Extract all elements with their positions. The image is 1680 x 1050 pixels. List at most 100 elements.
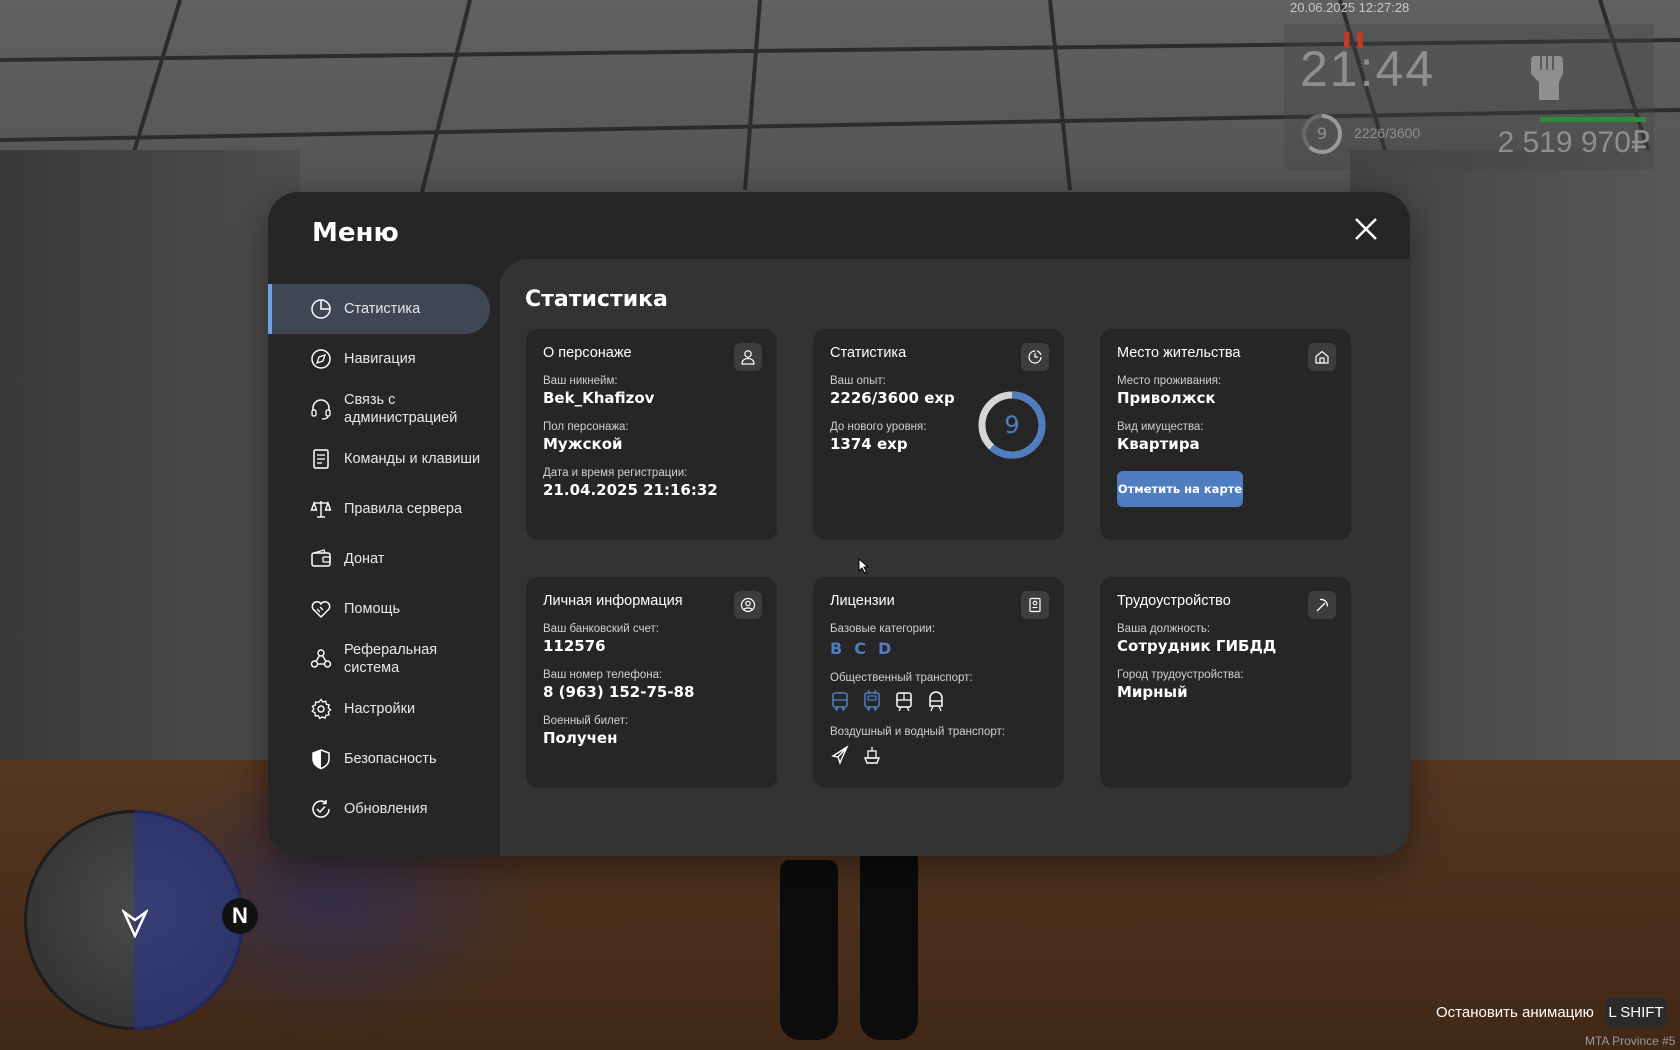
gear-icon xyxy=(311,698,332,720)
exp-label: Ваш опыт: xyxy=(830,375,886,387)
refresh-check-icon xyxy=(312,800,330,818)
card-title: Место жительства xyxy=(1117,345,1241,361)
nav-item-updates[interactable]: Обновления xyxy=(268,784,490,834)
nav-item-statistics[interactable]: Статистика xyxy=(268,284,490,334)
card-title: О персонаже xyxy=(543,345,632,361)
property-type-label: Вид имущества: xyxy=(1117,421,1204,433)
phone-label: Ваш номер телефона: xyxy=(543,669,663,681)
nav-label: Реферальная система xyxy=(344,642,438,676)
nav-label: Навигация xyxy=(344,351,416,367)
position-label: Ваша должность: xyxy=(1117,623,1211,635)
nickname-value: Bek_Khafizov xyxy=(543,389,655,407)
card-licenses: Лицензии Базовые категории: B C D Общест… xyxy=(813,577,1064,788)
nav-item-help[interactable]: Помощь xyxy=(268,584,490,634)
license-categories: B C D xyxy=(830,639,1047,658)
hud-time: 21:44 xyxy=(1300,41,1436,97)
military-id-label: Военный билет: xyxy=(543,715,629,727)
metro-train-icon xyxy=(929,691,943,712)
bank-account-value: 112576 xyxy=(543,637,606,655)
nav-label: Помощь xyxy=(344,601,401,617)
public-transport-label: Общественный транспорт: xyxy=(830,672,973,684)
nav-item-donate[interactable]: Донат xyxy=(268,534,490,584)
registration-value: 21.04.2025 21:16:32 xyxy=(543,481,718,499)
nav-item-security[interactable]: Безопасность xyxy=(268,734,490,784)
wallet-icon xyxy=(311,549,331,567)
gender-label: Пол персонажа: xyxy=(543,421,629,433)
mouse-cursor-icon xyxy=(858,558,870,574)
level-value: 9 xyxy=(1004,411,1020,439)
nav-item-navigation[interactable]: Навигация xyxy=(268,334,490,384)
gender-value: Мужской xyxy=(543,435,623,453)
fist-icon xyxy=(1531,56,1563,100)
nav-label: Команды и клавиши xyxy=(344,451,481,467)
card-title: Личная информация xyxy=(543,593,683,609)
user-icon xyxy=(734,343,762,371)
card-title: Трудоустройство xyxy=(1117,593,1231,609)
close-icon[interactable] xyxy=(1351,214,1381,244)
menu-modal: Меню Статистика Навигация Связь с админи… xyxy=(268,192,1410,856)
hud-datetime: 20.06.2025 12:27:28 xyxy=(1290,0,1410,15)
document-icon xyxy=(313,449,329,469)
scales-icon xyxy=(310,500,332,518)
bank-account-label: Ваш банковский счет: xyxy=(543,623,660,635)
phone-value: 8 (963) 152-75-88 xyxy=(543,683,695,701)
license-category: B xyxy=(830,639,843,658)
nav-item-commands[interactable]: Команды и клавиши xyxy=(268,434,490,484)
home-icon xyxy=(1308,343,1336,371)
air-water-transport-icons xyxy=(830,744,1047,766)
trolleybus-icon xyxy=(864,690,880,711)
bus-icon xyxy=(832,692,848,711)
airplane-icon xyxy=(831,745,849,766)
license-category: C xyxy=(854,639,866,658)
card-residence: Место жительства Место проживания: Приво… xyxy=(1100,329,1351,540)
license-category: D xyxy=(877,639,892,658)
nav-label: Обновления xyxy=(344,801,428,817)
north-icon: N xyxy=(222,898,258,934)
nav-label: Безопасность xyxy=(344,751,437,767)
nav-item-rules[interactable]: Правила сервера xyxy=(268,484,490,534)
ship-icon xyxy=(863,747,881,764)
content-panel: Статистика О персонаже Ваш никнейм: Bek_… xyxy=(500,259,1410,856)
menu-title: Меню xyxy=(312,218,399,248)
nav-label: Связь с администрацией xyxy=(344,392,458,426)
air-water-transport-label: Воздушный и водный транспорт: xyxy=(830,726,1005,738)
card-statistics: Статистика Ваш опыт: 2226/3600 exp До но… xyxy=(813,329,1064,540)
card-title: Лицензии xyxy=(830,593,895,609)
compass-icon xyxy=(311,349,331,369)
stop-animation-key: L SHIFT xyxy=(1605,998,1667,1028)
nav-label: Статистика xyxy=(344,301,421,317)
position-value: Сотрудник ГИБДД xyxy=(1117,637,1277,655)
content-title: Статистика xyxy=(525,287,668,312)
public-transport-icons xyxy=(830,690,1047,712)
nav-label: Донат xyxy=(344,551,385,567)
job-city-value: Мирный xyxy=(1117,683,1188,701)
military-id-value: Получен xyxy=(543,729,618,747)
residence-value: Приволжск xyxy=(1117,389,1216,407)
server-name: MTA Province #5 xyxy=(1585,1034,1676,1048)
player-legs xyxy=(770,840,930,1040)
network-icon xyxy=(310,649,332,668)
health-bar xyxy=(1540,117,1646,122)
card-personal-info: Личная информация Ваш банковский счет: 1… xyxy=(526,577,777,788)
stop-animation-hint: Остановить анимацию xyxy=(1436,1004,1594,1021)
base-categories-label: Базовые категории: xyxy=(830,623,936,635)
nav-item-referral[interactable]: Реферальная система xyxy=(268,634,490,684)
nav-item-settings[interactable]: Настройки xyxy=(268,684,490,734)
headset-icon xyxy=(311,399,331,420)
player-arrow-icon xyxy=(122,908,148,938)
mark-on-map-button[interactable]: Отметить на карте xyxy=(1117,471,1243,507)
hud-money: 2 519 970₽ xyxy=(1497,126,1650,159)
residence-label: Место проживания: xyxy=(1117,375,1222,387)
id-card-icon xyxy=(1021,591,1049,619)
handshake-icon xyxy=(311,601,331,619)
user-circle-icon xyxy=(734,591,762,619)
job-city-label: Город трудоустройства: xyxy=(1117,669,1244,681)
property-type-value: Квартира xyxy=(1117,435,1200,453)
shield-icon xyxy=(312,749,330,770)
menu-sidebar: Статистика Навигация Связь с администрац… xyxy=(268,284,498,854)
nav-item-contact-admin[interactable]: Связь с администрацией xyxy=(268,384,490,434)
hud-exp: 2226/3600 xyxy=(1354,125,1421,141)
tram-icon xyxy=(896,692,912,712)
card-employment: Трудоустройство Ваша должность: Сотрудни… xyxy=(1100,577,1351,788)
pie-chart-icon xyxy=(311,299,331,319)
